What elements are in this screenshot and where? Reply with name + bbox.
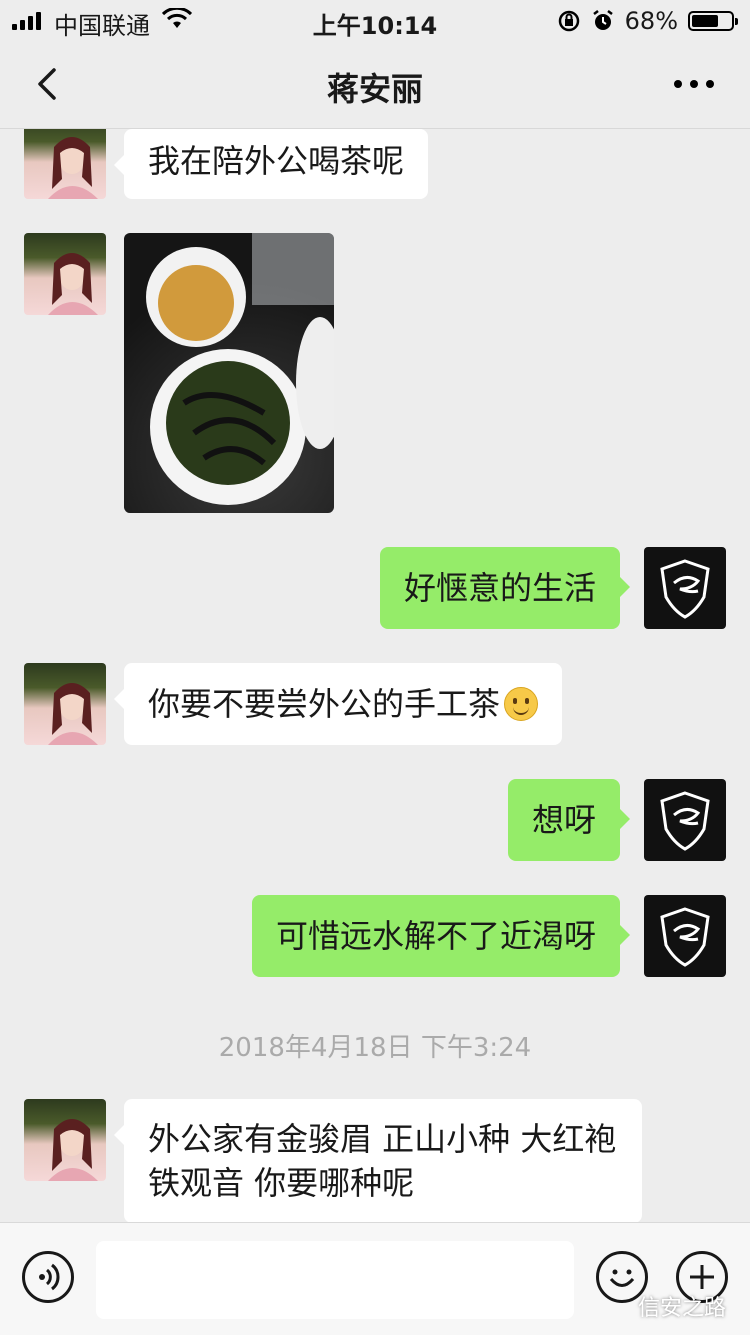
message-received: 外公家有金骏眉 正山小种 大红袍 铁观音 你要哪种呢 [0,1099,750,1222]
message-text: 你要不要尝外公的手工茶 [148,685,501,723]
chat-title: 蒋安丽 [326,70,423,108]
message-sent: 可惜远水解不了近渴呀 [0,895,750,977]
watermark-label: 信安之路 [637,1296,726,1321]
message-bubble[interactable]: 好惬意的生活 [379,547,631,629]
message-list[interactable]: 我在陪外公喝茶呢 好惬意的生活 你要不要尝外公的手工茶 想呀 可惜远水解不了近渴… [0,129,750,1222]
message-bubble[interactable]: 我在陪外公喝茶呢 [113,129,429,199]
tea-photo[interactable] [124,233,334,513]
message-received: 我在陪外公喝茶呢 [0,129,750,199]
shield-logo-icon [660,907,710,967]
battery-percent: 68% [624,7,678,35]
smile-emoji-icon [504,687,539,721]
message-sent: 好惬意的生活 [0,547,750,629]
chat-header: 蒋安丽 [0,42,750,129]
message-timestamp: 2018年4月18日 下午3:24 [218,1033,532,1063]
message-received [0,233,750,513]
message-bubble[interactable]: 想呀 [507,779,631,861]
contact-avatar[interactable] [24,233,106,315]
voice-input-button[interactable] [22,1251,74,1303]
more-options-icon[interactable] [674,80,714,88]
contact-avatar[interactable] [24,663,106,745]
status-bar: 中国联通 上午10:14 68% [0,0,750,42]
message-bubble[interactable]: 你要不要尝外公的手工茶 [113,663,563,745]
user-avatar[interactable] [644,779,726,861]
message-bubble[interactable]: 外公家有金骏眉 正山小种 大红袍 铁观音 你要哪种呢 [114,1099,642,1222]
user-avatar[interactable] [644,895,726,977]
user-avatar[interactable] [644,547,726,629]
message-bubble[interactable]: 可惜远水解不了近渴呀 [251,895,631,977]
alarm-icon [592,10,613,30]
message-sent: 想呀 [0,779,750,861]
shield-logo-icon [660,791,710,851]
battery-icon [688,11,738,31]
shield-logo-icon [660,559,710,619]
message-input[interactable] [96,1241,574,1319]
message-received: 你要不要尝外公的手工茶 [0,663,750,745]
orientation-lock-icon [558,10,579,32]
voice-icon [39,1263,60,1291]
contact-avatar[interactable] [24,129,106,199]
contact-avatar[interactable] [24,1099,106,1181]
